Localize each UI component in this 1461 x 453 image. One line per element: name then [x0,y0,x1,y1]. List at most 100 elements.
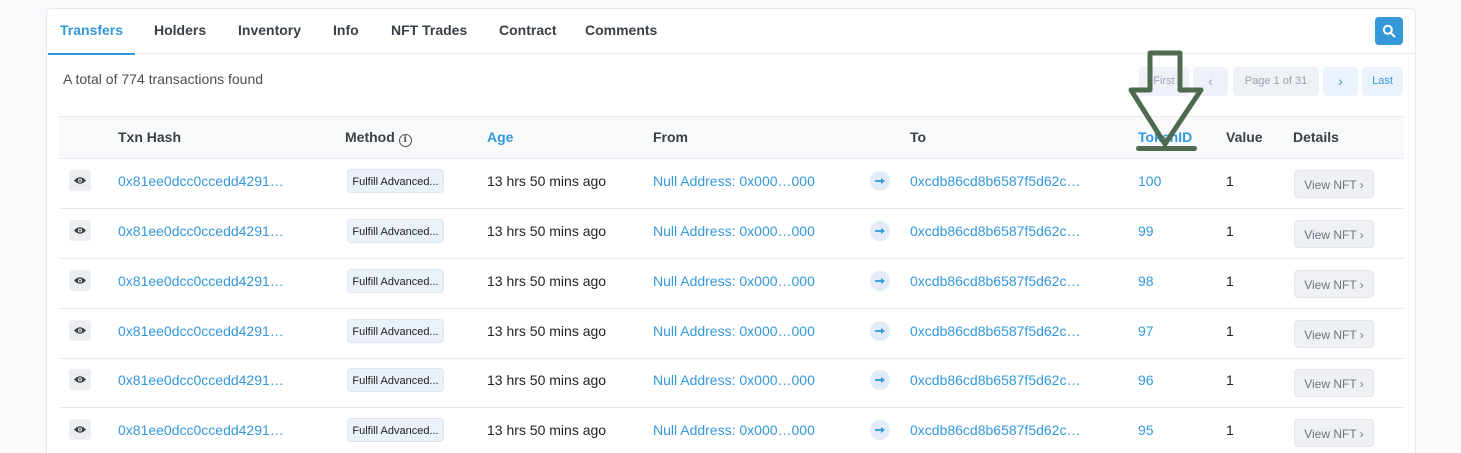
col-token-id[interactable]: TokenID [1138,117,1192,158]
arrow-right-icon [875,328,885,334]
col-txn-hash: Txn Hash [118,129,182,145]
tab-contract[interactable]: Contract [499,9,557,54]
txn-hash-link[interactable]: 0x81ee0dcc0ccedd4291… [118,159,284,203]
eye-icon [74,376,86,383]
tab-comments[interactable]: Comments [585,9,657,54]
view-nft-button[interactable]: View NFT › [1294,419,1374,447]
from-address-link[interactable]: Null Address: 0x000…000 [653,408,815,452]
value-text: 1 [1226,273,1234,289]
pagination: First ‹ Page 1 of 31 › Last [47,67,1415,96]
txn-hash-link[interactable]: 0x81ee0dcc0ccedd4291… [118,358,284,402]
token-id-link[interactable]: 99 [1138,209,1154,253]
arrow-right-icon [875,427,885,433]
to-address-link[interactable]: 0xcdb86cd8b6587f5d62c… [910,209,1080,253]
token-id-link[interactable]: 100 [1138,159,1161,203]
tab-inventory[interactable]: Inventory [238,9,301,54]
transfer-direction [870,370,890,390]
transfer-direction [870,420,890,440]
arrow-right-icon [875,278,885,284]
to-address-link[interactable]: 0xcdb86cd8b6587f5d62c… [910,408,1080,452]
value-text: 1 [1226,422,1234,438]
col-value: Value [1226,129,1263,145]
eye-icon [74,426,86,433]
to-address-link[interactable]: 0xcdb86cd8b6587f5d62c… [910,309,1080,353]
col-to: To [910,129,927,145]
table-row: 0x81ee0dcc0ccedd4291… Fulfill Advanced...… [59,358,1404,408]
to-address-link[interactable]: 0xcdb86cd8b6587f5d62c… [910,358,1080,402]
txn-hash-link[interactable]: 0x81ee0dcc0ccedd4291… [118,209,284,253]
method-badge: Fulfill Advanced... [347,319,444,343]
view-nft-button[interactable]: View NFT › [1294,369,1374,397]
view-nft-button[interactable]: View NFT › [1294,220,1374,248]
eye-icon [74,277,86,284]
from-address-link[interactable]: Null Address: 0x000…000 [653,209,815,253]
age-text: 13 hrs 50 mins ago [487,173,607,189]
eye-icon [74,327,86,334]
value-text: 1 [1226,372,1234,388]
age-text: 13 hrs 50 mins ago [487,323,607,339]
tab-info[interactable]: Info [333,9,359,54]
eye-icon [74,227,86,234]
page-indicator: Page 1 of 31 [1233,67,1319,96]
table-row: 0x81ee0dcc0ccedd4291… Fulfill Advanced...… [59,309,1404,359]
from-address-link[interactable]: Null Address: 0x000…000 [653,358,815,402]
method-badge: Fulfill Advanced... [347,368,444,392]
to-address-link[interactable]: 0xcdb86cd8b6587f5d62c… [910,259,1080,303]
page-prev-button[interactable]: ‹ [1193,67,1228,96]
tab-nft-trades[interactable]: NFT Trades [391,9,467,54]
age-text: 13 hrs 50 mins ago [487,372,607,388]
table-row: 0x81ee0dcc0ccedd4291… Fulfill Advanced...… [59,408,1404,453]
search-icon [1382,24,1396,38]
tab-holders[interactable]: Holders [154,9,206,54]
transfer-direction [870,221,890,241]
tokenid-underline-annotation [1136,146,1197,151]
from-address-link[interactable]: Null Address: 0x000…000 [653,309,815,353]
tab-bar: Transfers Holders Inventory Info NFT Tra… [47,9,1415,55]
value-text: 1 [1226,173,1234,189]
arrow-right-icon [875,178,885,184]
transfers-card: Transfers Holders Inventory Info NFT Tra… [46,8,1416,453]
to-address-link[interactable]: 0xcdb86cd8b6587f5d62c… [910,159,1080,203]
preview-button[interactable] [69,419,91,440]
table-row: 0x81ee0dcc0ccedd4291… Fulfill Advanced...… [59,259,1404,309]
preview-button[interactable] [69,220,91,241]
method-badge: Fulfill Advanced... [347,169,444,193]
from-address-link[interactable]: Null Address: 0x000…000 [653,259,815,303]
token-id-link[interactable]: 97 [1138,309,1154,353]
view-nft-button[interactable]: View NFT › [1294,170,1374,198]
col-details: Details [1293,129,1339,145]
table-header: Txn Hash Method i Age From To TokenID Val… [59,116,1404,159]
txn-hash-link[interactable]: 0x81ee0dcc0ccedd4291… [118,259,284,303]
table-row: 0x81ee0dcc0ccedd4291… Fulfill Advanced...… [59,159,1404,209]
page-last-button[interactable]: Last [1362,67,1403,96]
txn-hash-link[interactable]: 0x81ee0dcc0ccedd4291… [118,408,284,452]
view-nft-button[interactable]: View NFT › [1294,320,1374,348]
token-id-link[interactable]: 96 [1138,358,1154,402]
age-text: 13 hrs 50 mins ago [487,422,607,438]
col-age[interactable]: Age [487,117,513,158]
page-first-button[interactable]: First [1139,67,1189,96]
method-badge: Fulfill Advanced... [347,418,444,442]
col-from: From [653,129,688,145]
view-nft-button[interactable]: View NFT › [1294,270,1374,298]
arrow-right-icon [875,377,885,383]
info-icon[interactable]: i [398,134,412,147]
preview-button[interactable] [69,270,91,291]
search-button[interactable] [1375,17,1403,45]
eye-icon [74,177,86,184]
preview-button[interactable] [69,320,91,341]
value-text: 1 [1226,323,1234,339]
token-id-link[interactable]: 98 [1138,259,1154,303]
tab-transfers[interactable]: Transfers [47,9,136,55]
page-next-button[interactable]: › [1323,67,1358,96]
method-badge: Fulfill Advanced... [347,219,444,243]
value-text: 1 [1226,223,1234,239]
token-id-link[interactable]: 95 [1138,408,1154,452]
preview-button[interactable] [69,369,91,390]
age-text: 13 hrs 50 mins ago [487,223,607,239]
col-method: Method i [345,117,412,158]
txn-hash-link[interactable]: 0x81ee0dcc0ccedd4291… [118,309,284,353]
preview-button[interactable] [69,170,91,191]
from-address-link[interactable]: Null Address: 0x000…000 [653,159,815,203]
table-row: 0x81ee0dcc0ccedd4291… Fulfill Advanced...… [59,209,1404,259]
